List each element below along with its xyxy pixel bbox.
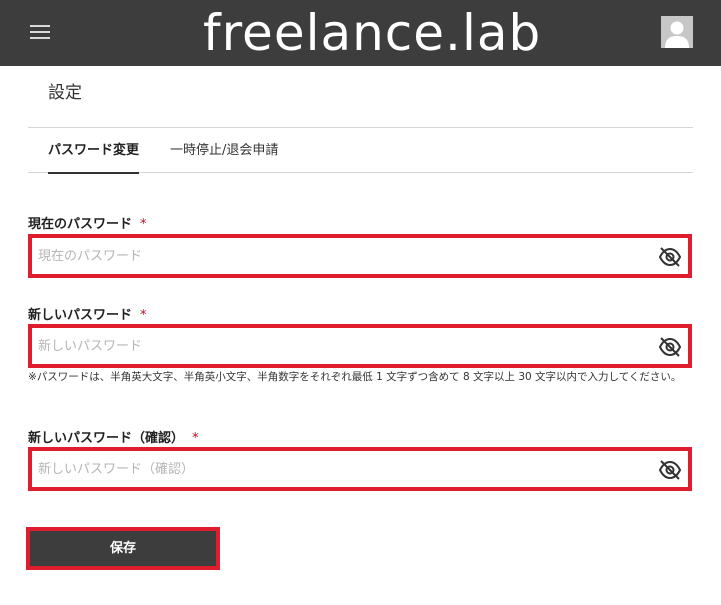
current-password-input[interactable] xyxy=(38,242,648,270)
required-mark: * xyxy=(140,217,147,232)
eye-off-svg xyxy=(658,460,682,480)
current-password-field xyxy=(28,234,692,278)
menu-line xyxy=(30,31,50,33)
new-password-input[interactable] xyxy=(38,332,648,360)
confirm-password-label: 新しいパスワード（確認） * xyxy=(28,427,199,446)
password-rule-hint: ※パスワードは、半角英大文字、半角英小文字、半角数字をそれぞれ最低 1 文字ずつ… xyxy=(28,371,682,383)
current-password-label-text: 現在のパスワード xyxy=(28,217,133,232)
site-logo[interactable]: freelance.lab xyxy=(203,0,540,66)
current-password-label: 現在のパスワード * xyxy=(28,213,147,232)
avatar-silhouette xyxy=(661,16,693,48)
new-password-field xyxy=(28,324,692,368)
user-avatar-icon[interactable] xyxy=(661,16,693,48)
menu-line xyxy=(30,37,50,39)
page-title: 設定 xyxy=(48,83,82,103)
eye-off-icon[interactable] xyxy=(658,337,682,357)
eye-off-svg xyxy=(658,337,682,357)
confirm-password-input[interactable] xyxy=(38,455,648,483)
save-button[interactable]: 保存 xyxy=(26,527,220,570)
new-password-label-text: 新しいパスワード xyxy=(28,308,133,323)
hamburger-menu-icon[interactable] xyxy=(30,25,50,39)
eye-off-icon[interactable] xyxy=(658,460,682,480)
tab-password-change[interactable]: パスワード変更 xyxy=(48,128,140,174)
top-header: freelance.lab xyxy=(0,0,721,66)
confirm-password-field xyxy=(28,447,692,491)
required-mark: * xyxy=(192,431,199,446)
new-password-label: 新しいパスワード * xyxy=(28,304,147,323)
menu-line xyxy=(30,25,50,27)
tab-suspend-withdraw[interactable]: 一時停止/退会申請 xyxy=(170,128,278,173)
required-mark: * xyxy=(140,308,147,323)
confirm-password-label-text: 新しいパスワード（確認） xyxy=(28,431,185,446)
eye-off-icon[interactable] xyxy=(658,247,682,267)
eye-off-svg xyxy=(658,247,682,267)
settings-tabs: パスワード変更 一時停止/退会申請 xyxy=(28,128,693,174)
